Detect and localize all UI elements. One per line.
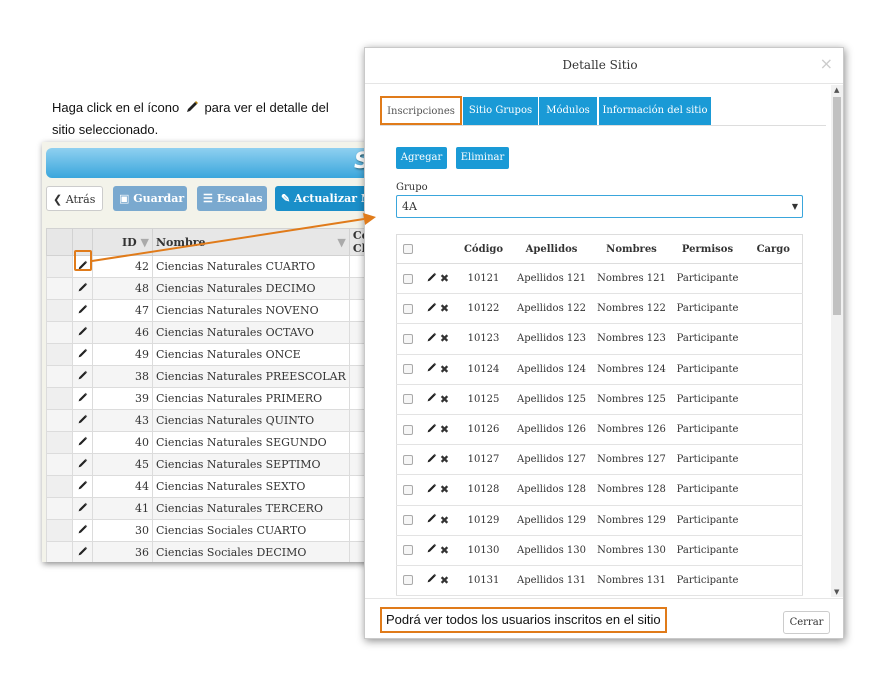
connector-arrow bbox=[91, 213, 376, 262]
connector-line bbox=[91, 218, 365, 262]
arrowhead-icon bbox=[363, 213, 376, 225]
